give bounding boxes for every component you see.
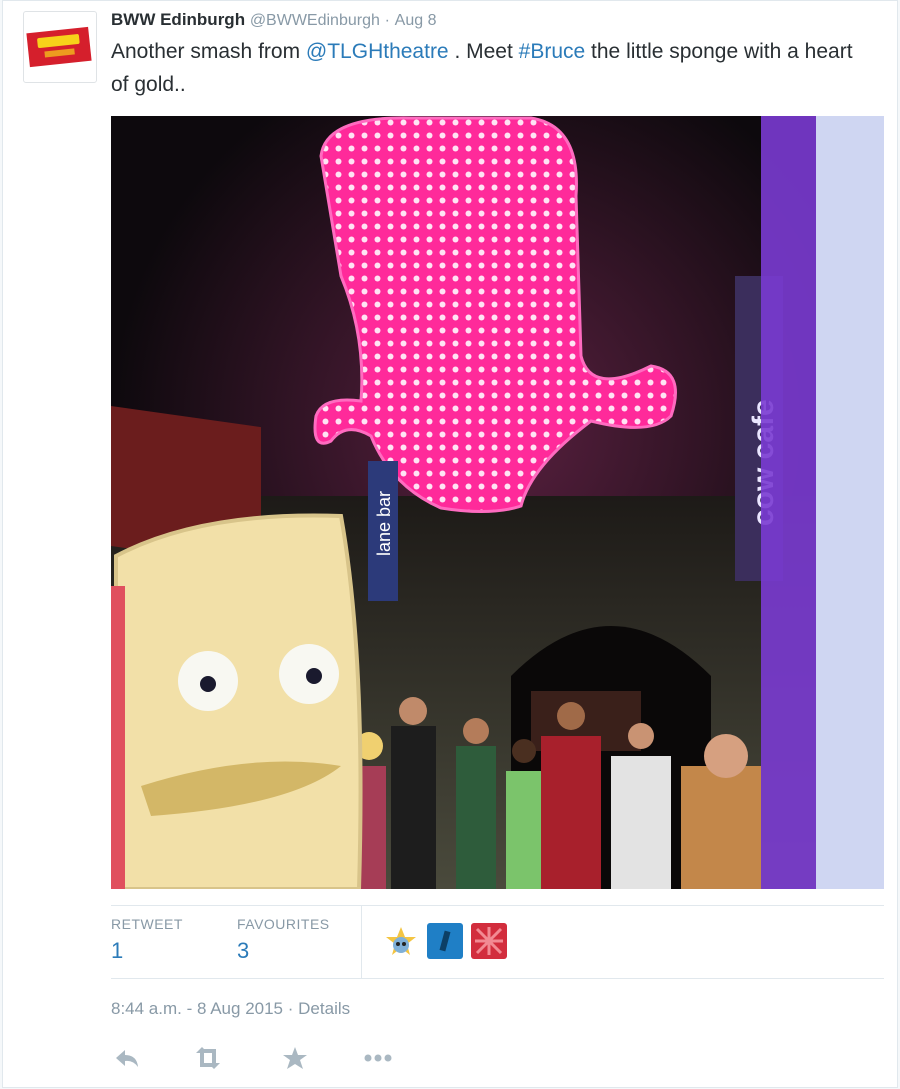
favouriter-avatar[interactable]	[383, 923, 419, 959]
reply-button[interactable]	[113, 1041, 141, 1085]
favourites-stat[interactable]: FAVOURITES 3	[237, 916, 330, 964]
tweet-header: BWW Edinburgh @BWWEdinburgh · Aug 8	[111, 9, 436, 32]
photo-illustration: lane bar cow cafe	[111, 116, 884, 889]
retweet-icon	[196, 1047, 220, 1069]
tweet-timestamp: 8:44 a.m. - 8 Aug 2015 · Details	[111, 999, 350, 1019]
favourites-count-label: FAVOURITES	[237, 916, 330, 932]
timestamp-text[interactable]: 8:44 a.m. - 8 Aug 2015	[111, 999, 283, 1018]
mention-link[interactable]: @TLGHtheatre	[306, 40, 449, 63]
favorite-button[interactable]	[281, 1041, 309, 1085]
star-icon	[283, 1047, 307, 1069]
tweet-stats: RETWEET 1 FAVOURITES 3	[111, 905, 884, 979]
retweet-count-label: RETWEET	[111, 916, 183, 932]
more-button[interactable]	[361, 1041, 395, 1085]
tweet-photo[interactable]: lane bar cow cafe	[111, 116, 884, 889]
stats-divider	[361, 906, 362, 978]
red-pattern-icon	[475, 927, 503, 955]
purple-pillar	[761, 116, 816, 889]
author-handle[interactable]: @BWWEdinburgh	[250, 12, 380, 29]
favouriter-avatar[interactable]	[471, 923, 507, 959]
tweet-date[interactable]: Aug 8	[395, 12, 437, 29]
tweet-text: Another smash from @TLGHtheatre . Meet #…	[111, 35, 871, 101]
hashtag-link[interactable]: #Bruce	[519, 40, 586, 63]
details-link[interactable]: Details	[298, 999, 350, 1018]
lane-bar-text: lane bar	[374, 491, 394, 556]
more-icon	[364, 1054, 392, 1062]
timestamp-separator: ·	[287, 999, 294, 1018]
blue-profile-icon	[439, 930, 451, 952]
lane-bar-banner: lane bar	[368, 461, 398, 601]
star-character-icon	[386, 927, 416, 955]
favouriter-avatar[interactable]	[427, 923, 463, 959]
retweet-stat[interactable]: RETWEET 1	[111, 916, 183, 964]
retweet-count: 1	[111, 938, 124, 963]
tweet-card: BWW Edinburgh @BWWEdinburgh · Aug 8 Anot…	[2, 0, 898, 1088]
author-name[interactable]: BWW Edinburgh	[111, 10, 245, 29]
retweet-button[interactable]	[191, 1041, 225, 1085]
reply-icon	[116, 1050, 138, 1067]
tweet-text-part: . Meet	[448, 40, 519, 63]
broadway-world-logo-icon	[26, 26, 92, 68]
author-avatar[interactable]	[23, 11, 97, 83]
favourites-count: 3	[237, 938, 250, 963]
header-separator: ·	[384, 12, 390, 29]
tweet-text-part: Another smash from	[111, 40, 306, 63]
white-pole	[816, 116, 884, 889]
sponge-bruce-icon	[111, 513, 363, 889]
